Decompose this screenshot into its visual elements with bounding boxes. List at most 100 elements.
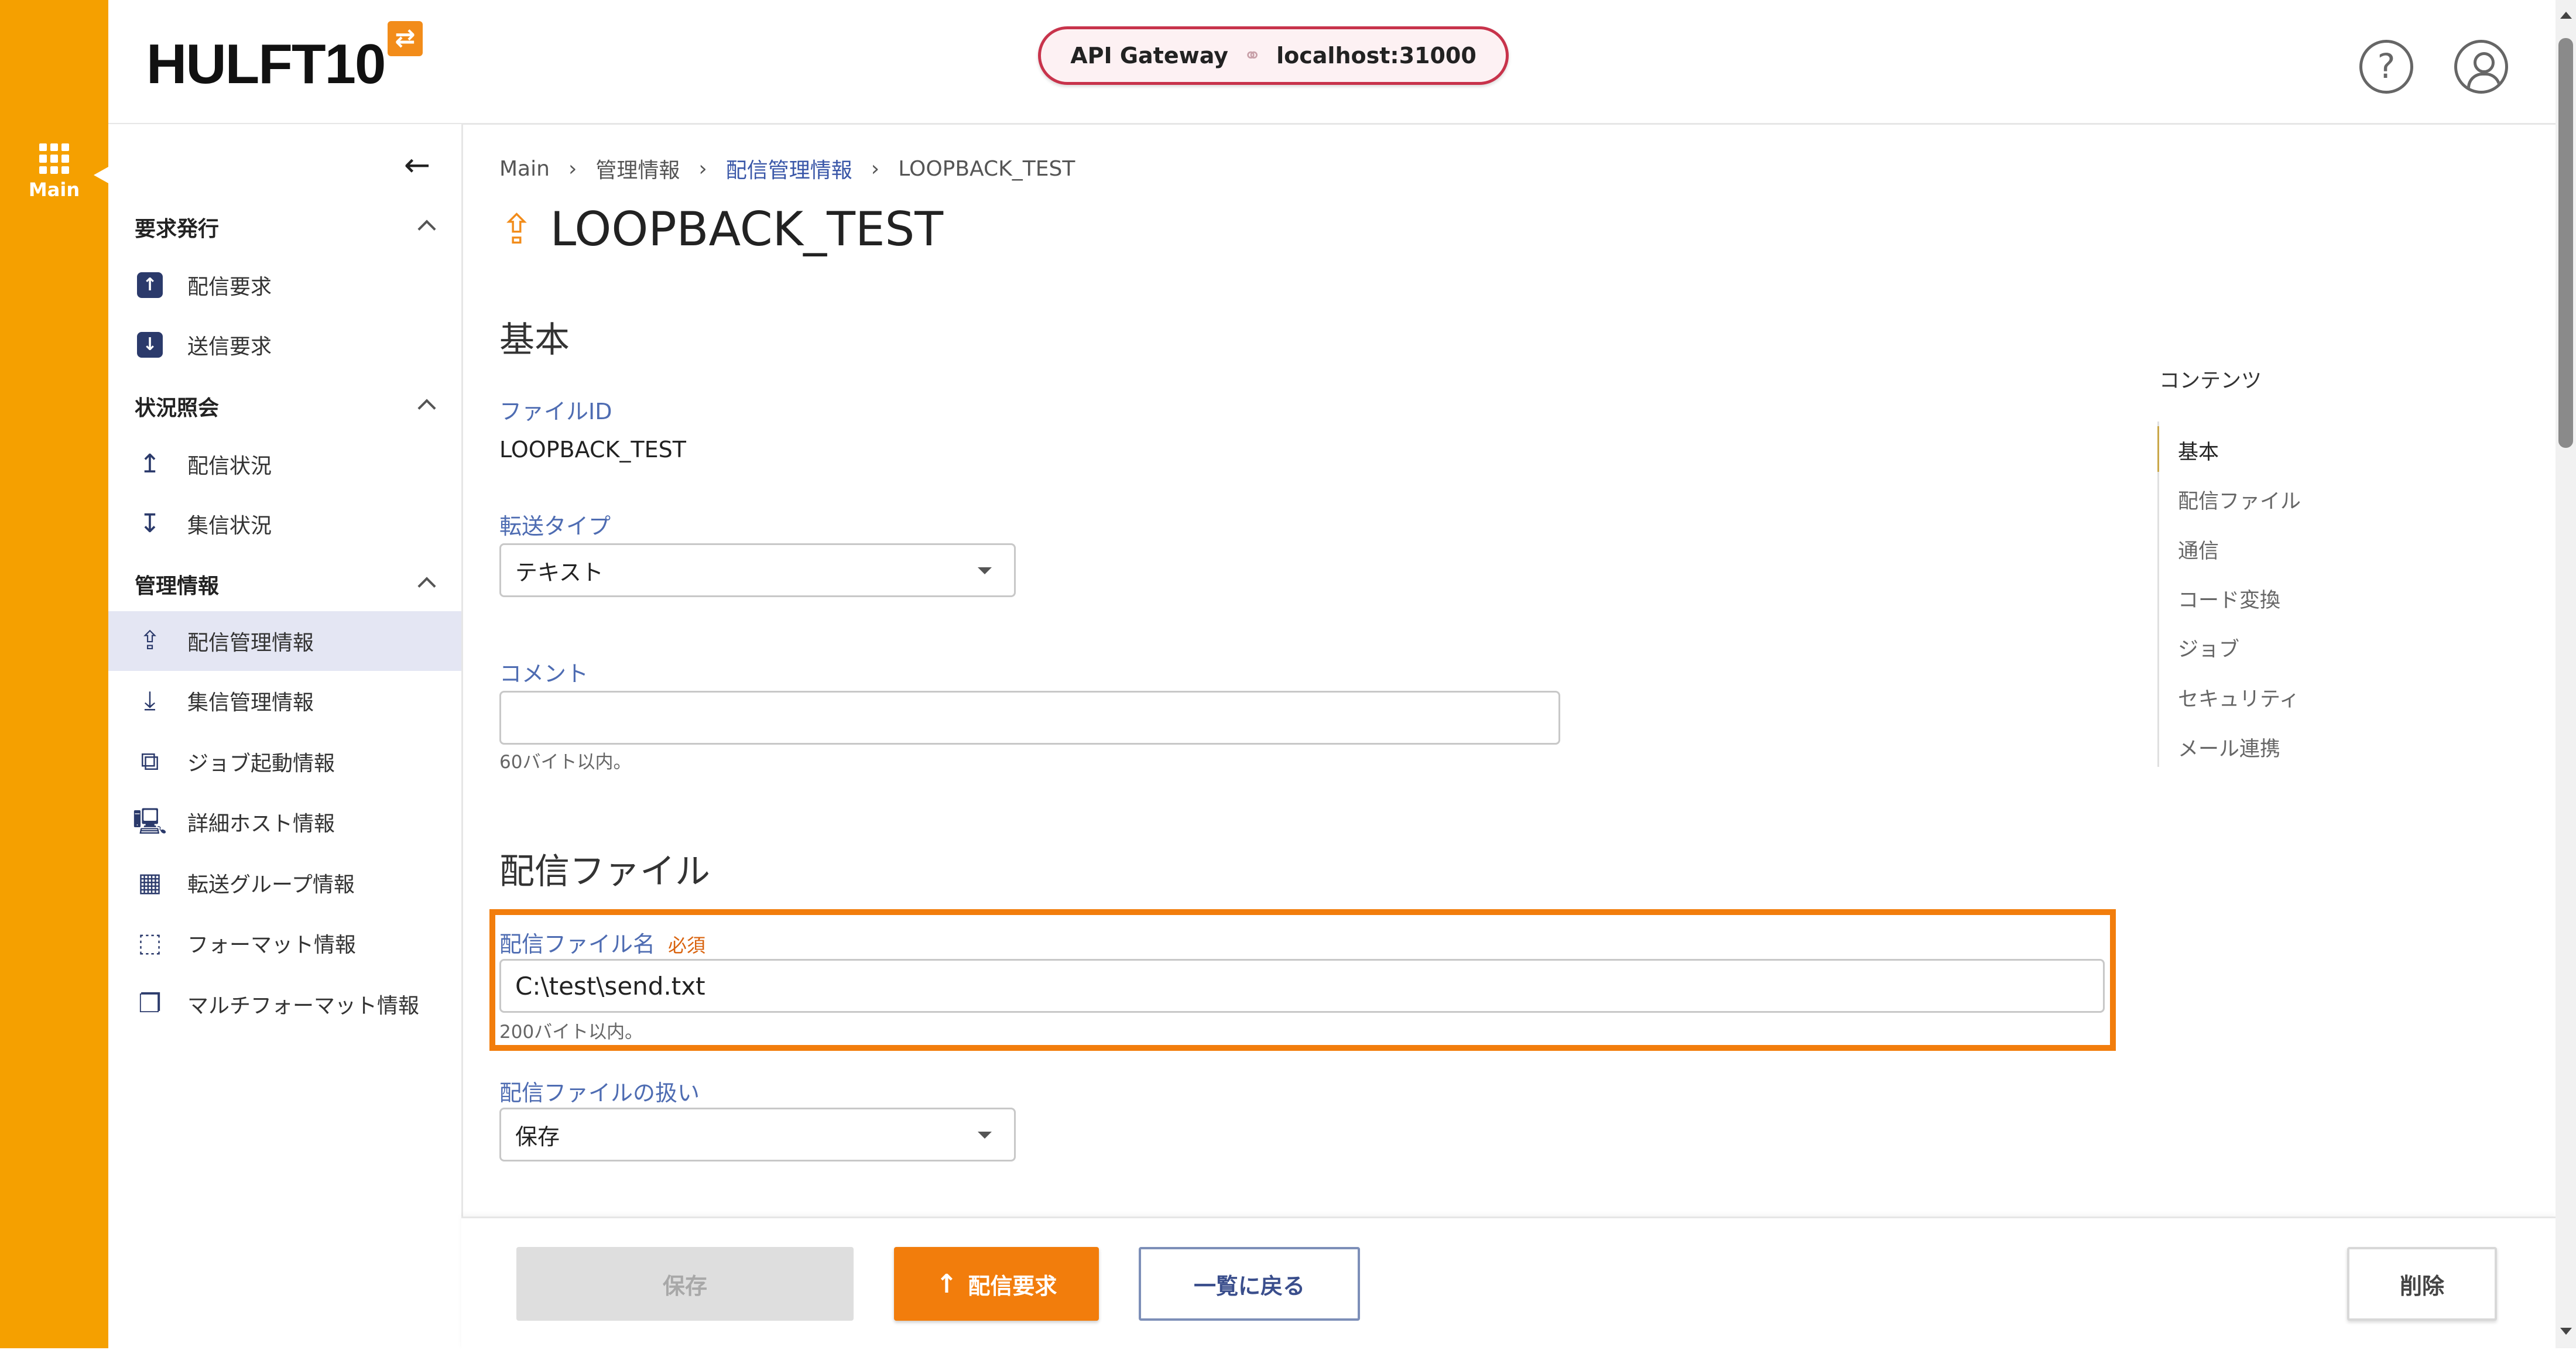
gateway-label: API Gateway bbox=[1070, 43, 1228, 68]
toc-item-basic[interactable]: 基本 bbox=[2178, 436, 2219, 465]
chevron-right-icon: › bbox=[871, 156, 880, 181]
sidebar-item-label: 配信状況 bbox=[187, 454, 272, 478]
sidebar-item-label: 詳細ホスト情報 bbox=[187, 812, 335, 836]
multi-doc-icon: ❐ bbox=[138, 989, 162, 1019]
sidebar-section-request: 要求発行 bbox=[135, 217, 220, 241]
send-file-name-label-text: 配信ファイル名 bbox=[499, 931, 656, 957]
sidebar-item-label: 集信管理情報 bbox=[187, 691, 314, 715]
send-file-name-input[interactable]: C:\test\send.txt bbox=[499, 959, 2105, 1013]
page-title: ⇪ LOOPBACK_TEST bbox=[499, 202, 943, 256]
rail-main-label: Main bbox=[28, 179, 80, 201]
transfer-type-select[interactable]: テキスト bbox=[499, 543, 1016, 597]
toc-rail bbox=[2157, 422, 2159, 767]
breadcrumb-send-management[interactable]: 配信管理情報 bbox=[726, 153, 852, 184]
sidebar-item-group-info[interactable]: ▦ 転送グループ情報 bbox=[108, 853, 461, 913]
sidebar-section-management: 管理情報 bbox=[135, 574, 220, 598]
gateway-host: localhost:31000 bbox=[1276, 43, 1477, 68]
app-rail bbox=[0, 0, 108, 1348]
sidebar-item-label: 集信状況 bbox=[187, 514, 272, 538]
link-icon: ⚭ bbox=[1243, 43, 1262, 68]
send-file-handling-select[interactable]: 保存 bbox=[499, 1108, 1016, 1161]
sidebar-item-receive-management[interactable]: ⤓ 集信管理情報 bbox=[108, 671, 461, 731]
breadcrumb-management[interactable]: 管理情報 bbox=[595, 153, 680, 184]
api-gateway-badge[interactable]: API Gateway ⚭ localhost:31000 bbox=[1038, 26, 1509, 85]
dropdown-arrow-icon bbox=[978, 1132, 992, 1139]
back-to-list-button[interactable]: 一覧に戻る bbox=[1139, 1247, 1360, 1321]
user-account-icon[interactable] bbox=[2454, 40, 2508, 94]
send-file-name-label: 配信ファイル名 必須 bbox=[499, 926, 705, 958]
save-button[interactable]: 保存 bbox=[516, 1247, 854, 1321]
sidebar-item-send-request[interactable]: ↑ 配信要求 bbox=[108, 255, 461, 315]
tray-download-icon: ⤓ bbox=[144, 686, 156, 715]
computer-icon: 🖳 bbox=[132, 807, 167, 837]
scrollbar-thumb[interactable] bbox=[2558, 38, 2573, 448]
sidebar-item-label: 配信要求 bbox=[187, 275, 272, 299]
toc-item-code-conversion[interactable]: コード変換 bbox=[2178, 584, 2280, 614]
required-badge: 必須 bbox=[668, 934, 706, 957]
scroll-up-arrow-icon[interactable] bbox=[2560, 12, 2572, 19]
file-id-label: ファイルID bbox=[499, 399, 612, 424]
sidebar-item-label: 送信要求 bbox=[187, 335, 272, 359]
sidebar-item-format-info[interactable]: ⬚ フォーマット情報 bbox=[108, 913, 461, 973]
comment-label: コメント bbox=[499, 661, 589, 687]
comment-input[interactable] bbox=[499, 691, 1560, 745]
help-icon[interactable]: ? bbox=[2359, 40, 2413, 94]
sidebar-item-label: ジョブ起動情報 bbox=[187, 752, 335, 776]
scroll-down-arrow-icon[interactable] bbox=[2560, 1328, 2572, 1335]
sidebar-item-send-management[interactable]: ⇪ 配信管理情報 bbox=[108, 611, 461, 671]
history-up-icon: ↥ bbox=[139, 449, 161, 479]
transfer-type-label: 転送タイプ bbox=[499, 513, 611, 539]
breadcrumb-current: LOOPBACK_TEST bbox=[898, 156, 1075, 181]
format-doc-icon: ⬚ bbox=[138, 928, 162, 958]
send-request-button[interactable]: ↑ 配信要求 bbox=[894, 1247, 1099, 1321]
comment-hint: 60バイト以内。 bbox=[499, 752, 632, 773]
section-basic-heading: 基本 bbox=[499, 320, 570, 361]
transfer-type-value: テキスト bbox=[515, 559, 604, 585]
chevron-right-icon: › bbox=[698, 156, 707, 181]
toc-active-indicator bbox=[2157, 426, 2159, 472]
sidebar-item-label: 転送グループ情報 bbox=[187, 873, 355, 897]
group-grid-icon: ▦ bbox=[138, 868, 162, 897]
sidebar-item-host-info[interactable]: 🖳 詳細ホスト情報 bbox=[108, 792, 461, 852]
app-logo: HULFT10 bbox=[146, 33, 386, 95]
sidebar-item-receive-status[interactable]: ↧ 集信状況 bbox=[108, 494, 461, 554]
chevron-right-icon: › bbox=[568, 156, 577, 181]
upload-arrow-icon: ↑ bbox=[137, 272, 163, 298]
sidebar-item-send-status[interactable]: ↥ 配信状況 bbox=[108, 434, 461, 494]
breadcrumb: Main › 管理情報 › 配信管理情報 › LOOPBACK_TEST bbox=[499, 153, 1075, 184]
code-box-icon: ⧉ bbox=[141, 746, 159, 776]
breadcrumb-main[interactable]: Main bbox=[499, 157, 550, 181]
arrow-up-icon: ↑ bbox=[936, 1269, 958, 1299]
section-send-file-heading: 配信ファイル bbox=[499, 851, 710, 892]
sidebar-item-label: マルチフォーマット情報 bbox=[187, 994, 420, 1018]
rail-active-indicator bbox=[94, 167, 108, 183]
sidebar-section-status: 状況照会 bbox=[135, 396, 220, 420]
toc-title: コンテンツ bbox=[2159, 369, 2262, 393]
tray-upload-icon: ⇪ bbox=[139, 626, 161, 656]
file-id-value: LOOPBACK_TEST bbox=[499, 437, 686, 462]
dropdown-arrow-icon bbox=[978, 567, 992, 574]
history-down-icon: ↧ bbox=[139, 509, 161, 539]
page-title-text: LOOPBACK_TEST bbox=[550, 202, 944, 256]
toc-item-send-file[interactable]: 配信ファイル bbox=[2178, 485, 2301, 515]
toc-item-job[interactable]: ジョブ bbox=[2178, 633, 2239, 663]
rail-main-button[interactable]: Main bbox=[0, 143, 108, 201]
sidebar-item-receive-request[interactable]: ↓ 送信要求 bbox=[108, 315, 461, 375]
sidebar-collapse-arrow-icon[interactable]: ← bbox=[404, 146, 430, 183]
send-request-label: 配信要求 bbox=[968, 1273, 1057, 1299]
toc-item-communication[interactable]: 通信 bbox=[2178, 534, 2219, 564]
tray-upload-icon: ⇪ bbox=[499, 205, 534, 253]
toc-item-security[interactable]: セキュリティ bbox=[2178, 683, 2300, 712]
send-file-handling-label: 配信ファイルの扱い bbox=[499, 1080, 700, 1106]
sidebar-item-multiformat-info[interactable]: ❐ マルチフォーマット情報 bbox=[108, 974, 461, 1034]
download-arrow-icon: ↓ bbox=[137, 332, 163, 358]
sidebar-item-job-info[interactable]: ⧉ ジョブ起動情報 bbox=[108, 732, 461, 792]
delete-button[interactable]: 削除 bbox=[2347, 1247, 2497, 1321]
sidebar-item-label: 配信管理情報 bbox=[187, 631, 314, 655]
toc-item-mail[interactable]: メール連携 bbox=[2178, 732, 2280, 762]
apps-grid-icon bbox=[39, 143, 70, 174]
send-file-name-hint: 200バイト以内。 bbox=[499, 1022, 643, 1043]
send-file-handling-value: 保存 bbox=[515, 1123, 560, 1150]
logo-transfer-icon: ⇄ bbox=[388, 21, 423, 56]
sidebar-item-label: フォーマット情報 bbox=[187, 933, 357, 957]
